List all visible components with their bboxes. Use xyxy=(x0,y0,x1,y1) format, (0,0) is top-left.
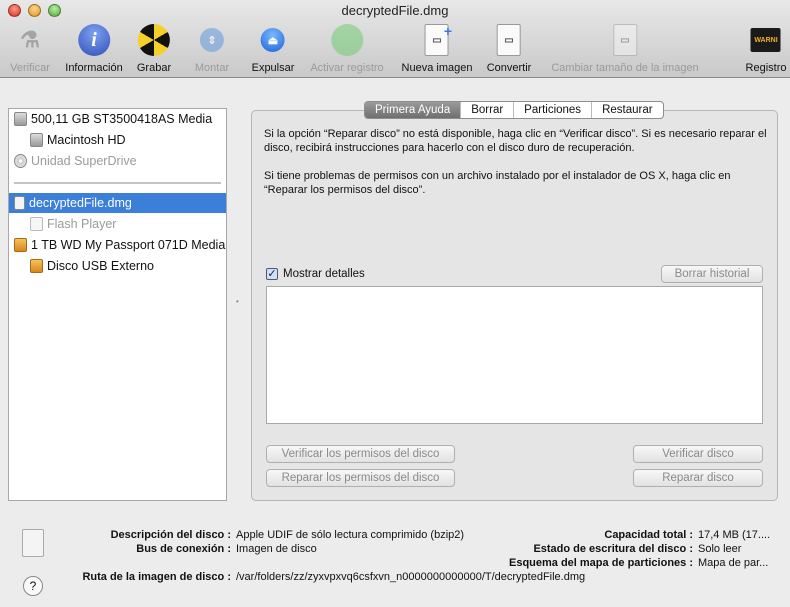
sidebar-item-flash-player[interactable]: Flash Player xyxy=(9,214,226,234)
disk-image-icon xyxy=(14,196,25,210)
help-button[interactable]: ? xyxy=(23,576,43,596)
repair-disk-button[interactable]: Reparar disco xyxy=(633,469,763,487)
resize-image-icon: ▭ xyxy=(612,24,637,56)
sidebar-item-label: decryptedFile.dmg xyxy=(29,196,132,210)
image-path-value: /var/folders/zz/zyxvpxvq6csfxvn_n0000000… xyxy=(236,571,586,583)
toolbar-label: Expulsar xyxy=(251,62,295,74)
toolbar-info-button[interactable]: i Información xyxy=(65,24,123,74)
sidebar-divider xyxy=(14,182,221,184)
disk-description-label: Descripción del disco : xyxy=(110,529,231,541)
show-details-checkbox[interactable]: ✓ Mostrar detalles xyxy=(266,268,365,280)
hard-disk-icon xyxy=(14,112,27,126)
toolbar-enable-journal-button[interactable]: Activar registro xyxy=(310,24,384,74)
toolbar-label: Activar registro xyxy=(310,62,384,74)
sidebar-item-superdrive[interactable]: Unidad SuperDrive xyxy=(9,151,226,171)
optical-disc-icon xyxy=(14,154,27,168)
toolbar-label: Montar xyxy=(194,62,230,74)
info-icon: i xyxy=(77,24,110,56)
sidebar-item-label: Macintosh HD xyxy=(47,133,126,147)
window-title: decryptedFile.dmg xyxy=(341,3,449,18)
toolbar-label: Nueva imagen xyxy=(401,62,473,74)
usb-disk-icon xyxy=(14,238,27,252)
sidebar-item-label: Unidad SuperDrive xyxy=(31,154,137,168)
microscope-icon: ⚗ xyxy=(20,27,40,52)
partition-scheme-label: Esquema del mapa de particiones : xyxy=(508,557,693,569)
toolbar-resize-image-button[interactable]: ▭ Cambiar tamaño de la imagen xyxy=(551,24,699,74)
sidebar-item-dmg[interactable]: decryptedFile.dmg xyxy=(9,193,226,213)
total-capacity-value: 17,4 MB (17.... xyxy=(698,529,771,541)
toolbar-log-button[interactable]: WARNI Registro xyxy=(745,24,787,74)
toolbar-convert-button[interactable]: ▭ Convertir xyxy=(486,24,532,74)
toolbar-label: Información xyxy=(65,62,123,74)
tab-erase[interactable]: Borrar xyxy=(460,102,513,118)
new-image-icon: ▭ + xyxy=(425,23,452,56)
total-capacity-label: Capacidad total : xyxy=(604,529,693,541)
tab-bar: Primera Ayuda Borrar Particiones Restaur… xyxy=(364,101,664,119)
toolbar-burn-button[interactable]: Grabar xyxy=(137,24,171,74)
toolbar-mount-button[interactable]: ⇕ Montar xyxy=(195,24,229,74)
toolbar-eject-button[interactable]: ⏏ Expulsar xyxy=(251,24,295,74)
sidebar-item-wd-passport[interactable]: 1 TB WD My Passport 071D Media xyxy=(9,235,226,255)
eject-icon: ⏏ xyxy=(260,28,285,52)
volume-icon xyxy=(30,217,43,231)
enable-journal-icon xyxy=(330,24,363,56)
convert-icon: ▭ xyxy=(497,24,521,56)
toolbar-label: Registro xyxy=(745,62,787,74)
sidebar-item-label: Flash Player xyxy=(47,217,117,231)
permissions-help-text: Si tiene problemas de permisos con un ar… xyxy=(264,170,731,196)
toolbar-verify-button[interactable]: ⚗ Verificar xyxy=(10,24,50,74)
first-aid-help-text: Si la opción “Reparar disco” no está dis… xyxy=(264,128,767,154)
write-status-label: Estado de escritura del disco : xyxy=(533,543,693,555)
tab-partitions[interactable]: Particiones xyxy=(513,102,591,118)
mount-icon: ⇕ xyxy=(200,28,224,52)
clear-history-button[interactable]: Borrar historial xyxy=(661,265,763,283)
sidebar-item-label: Disco USB Externo xyxy=(47,259,154,273)
connection-bus-label: Bus de conexión : xyxy=(136,543,231,555)
usb-disk-icon xyxy=(30,259,43,273)
tab-first-aid[interactable]: Primera Ayuda xyxy=(365,102,461,118)
details-log-area[interactable] xyxy=(266,286,763,424)
log-icon: WARNI xyxy=(751,28,781,52)
show-details-label: Mostrar detalles xyxy=(283,268,365,280)
repair-permissions-button[interactable]: Reparar los permisos del disco xyxy=(266,469,455,487)
tab-restore[interactable]: Restaurar xyxy=(591,102,663,118)
sidebar-item-label: 1 TB WD My Passport 071D Media xyxy=(31,238,226,252)
toolbar-label: Grabar xyxy=(136,62,172,74)
sidebar-item-hdd[interactable]: 500,11 GB ST3500418AS Media xyxy=(9,109,226,129)
verify-permissions-button[interactable]: Verificar los permisos del disco xyxy=(266,445,455,463)
toolbar-label: Verificar xyxy=(10,62,50,74)
disk-image-icon xyxy=(22,529,44,557)
disk-description-value: Apple UDIF de sólo lectura comprimido (b… xyxy=(236,529,465,541)
partition-scheme-value: Mapa de par... xyxy=(698,557,769,569)
toolbar-label: Convertir xyxy=(486,62,532,74)
sidebar-item-macintosh-hd[interactable]: Macintosh HD xyxy=(9,130,226,150)
image-path-label: Ruta de la imagen de disco : xyxy=(82,571,231,583)
write-status-value: Solo leer xyxy=(698,543,742,555)
checkmark-icon: ✓ xyxy=(266,268,278,280)
burn-icon xyxy=(138,24,170,56)
toolbar-new-image-button[interactable]: ▭ + Nueva imagen xyxy=(401,23,473,74)
connection-bus-value: Imagen de disco xyxy=(236,543,317,555)
sidebar-item-usb-volume[interactable]: Disco USB Externo xyxy=(9,256,226,276)
splitter-handle[interactable]: • xyxy=(236,297,239,306)
title-bar: decryptedFile.dmg ⚗ Verificar i Informació… xyxy=(0,0,790,78)
hard-disk-icon xyxy=(30,133,43,147)
disk-sidebar[interactable]: 500,11 GB ST3500418AS Media Macintosh HD… xyxy=(8,108,227,501)
sidebar-item-label: 500,11 GB ST3500418AS Media xyxy=(31,112,213,126)
toolbar-label: Cambiar tamaño de la imagen xyxy=(551,62,699,74)
verify-disk-button[interactable]: Verificar disco xyxy=(633,445,763,463)
